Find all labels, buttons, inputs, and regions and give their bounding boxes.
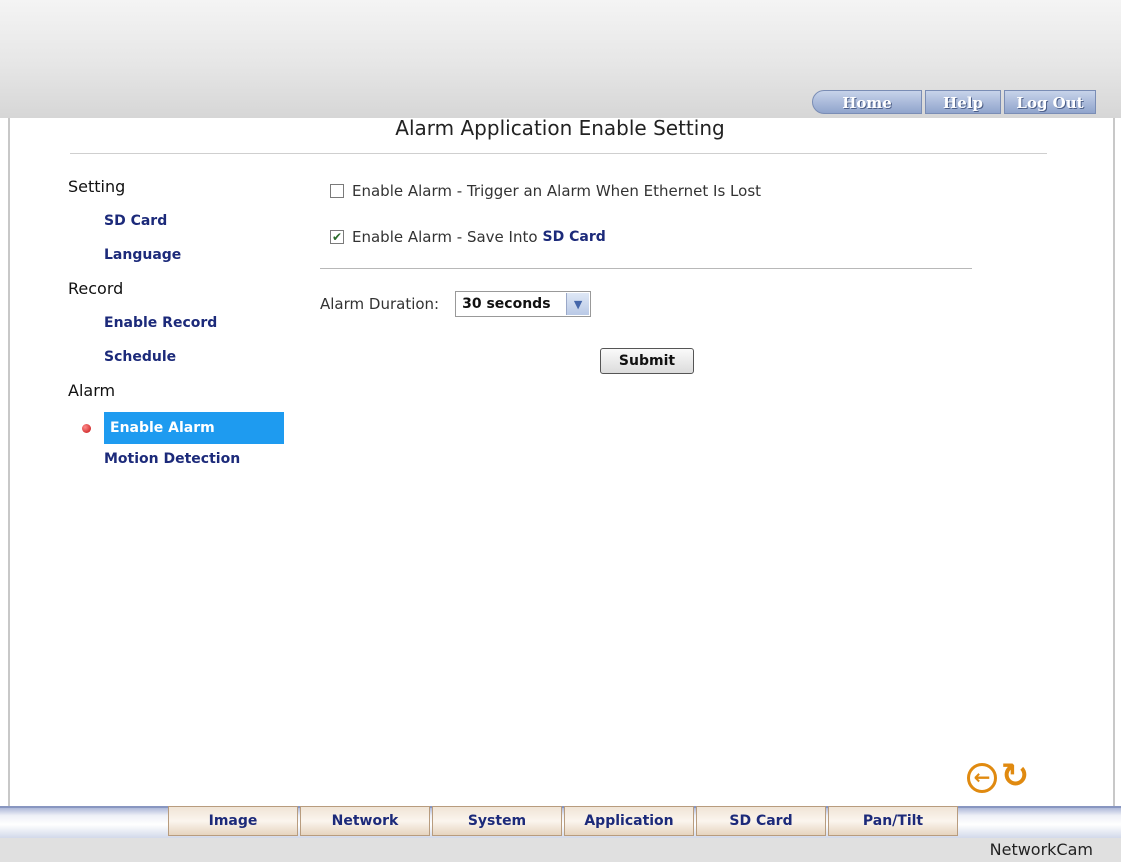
tab-sd-card[interactable]: SD Card: [696, 806, 826, 836]
sidebar-heading-alarm: Alarm: [68, 381, 116, 400]
footer: [0, 838, 1121, 862]
sd-card-link[interactable]: SD Card: [543, 229, 606, 245]
brand-label: NetworkCam: [989, 840, 1093, 859]
title-divider: [70, 153, 1047, 154]
option-ethernet-lost: Enable Alarm - Trigger an Alarm When Eth…: [320, 176, 980, 206]
sidebar-item-enable-record[interactable]: Enable Record: [68, 312, 288, 346]
sidebar: Setting SD Card Language Record Enable R…: [68, 176, 288, 482]
duration-label: Alarm Duration:: [320, 295, 440, 313]
home-button[interactable]: Home: [812, 90, 922, 114]
save-sd-checkbox[interactable]: ✔: [330, 230, 344, 244]
settings-form: Enable Alarm - Trigger an Alarm When Eth…: [320, 176, 980, 374]
sidebar-heading-record: Record: [68, 279, 124, 298]
logout-button[interactable]: Log Out: [1004, 90, 1096, 114]
ethernet-lost-checkbox[interactable]: [330, 184, 344, 198]
sidebar-item-label: Enable Alarm: [110, 420, 215, 436]
duration-select[interactable]: 30 seconds ▼: [455, 291, 592, 317]
sidebar-item-label: SD Card: [104, 213, 168, 229]
tab-system[interactable]: System: [432, 806, 562, 836]
sidebar-item-label: Enable Record: [104, 315, 218, 331]
chevron-down-icon: ▼: [566, 293, 590, 315]
active-bullet-icon: [82, 424, 91, 433]
tab-image[interactable]: Image: [168, 806, 298, 836]
sidebar-item-motion-detection[interactable]: Motion Detection: [68, 448, 288, 482]
top-navigation: Home Help Log Out: [812, 90, 1102, 116]
content-divider: [320, 268, 972, 269]
submit-button[interactable]: Submit: [600, 348, 694, 374]
tab-pan-tilt[interactable]: Pan/Tilt: [828, 806, 958, 836]
sidebar-item-label: Schedule: [104, 349, 177, 365]
main-tabs: Image Network System Application SD Card…: [168, 806, 960, 838]
refresh-icon[interactable]: ↻: [1000, 758, 1030, 794]
sidebar-item-schedule[interactable]: Schedule: [68, 346, 288, 380]
sidebar-item-sd-card[interactable]: SD Card: [68, 210, 288, 244]
tab-application[interactable]: Application: [564, 806, 694, 836]
sidebar-item-enable-alarm[interactable]: Enable Alarm: [68, 412, 288, 448]
ethernet-lost-label: Enable Alarm - Trigger an Alarm When Eth…: [352, 182, 762, 200]
sidebar-item-label: Language: [104, 247, 182, 263]
help-button[interactable]: Help: [925, 90, 1001, 114]
back-arrow-icon[interactable]: ←: [967, 763, 997, 793]
save-sd-label: Enable Alarm - Save Into: [352, 228, 538, 246]
page-title: Alarm Application Enable Setting: [395, 116, 725, 140]
duration-row: Alarm Duration: 30 seconds ▼: [320, 291, 980, 317]
sidebar-item-label: Motion Detection: [104, 451, 241, 467]
duration-value: 30 seconds: [462, 296, 551, 312]
tab-network[interactable]: Network: [300, 806, 430, 836]
sidebar-heading-setting: Setting: [68, 177, 126, 196]
sidebar-item-language[interactable]: Language: [68, 244, 288, 278]
option-save-sd: ✔ Enable Alarm - Save Into SD Card: [320, 222, 980, 252]
